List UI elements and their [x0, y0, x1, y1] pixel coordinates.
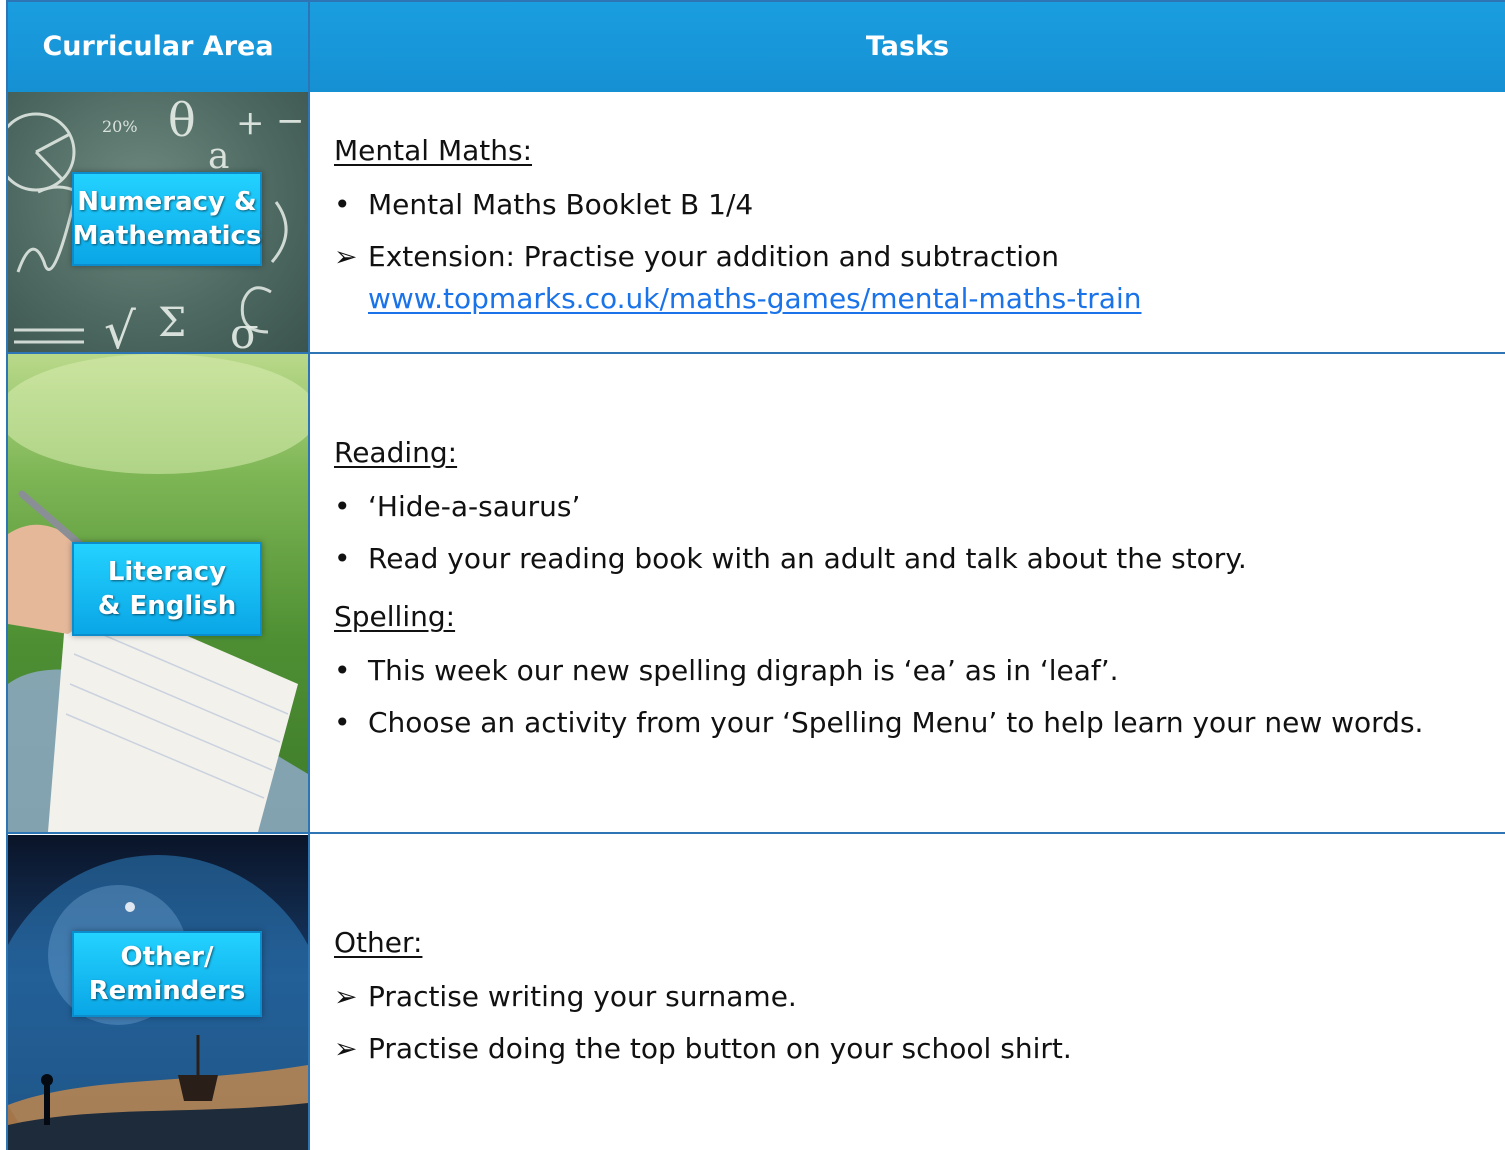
- person-silhouette: [44, 1085, 50, 1125]
- bullet-arrow-icon: ➢: [334, 1032, 358, 1065]
- heading-mental-maths: Mental Maths:: [334, 134, 533, 167]
- list-item: • ‘Hide-a-saurus’: [334, 490, 1494, 524]
- list-item: ➢ Practise writing your surname.: [334, 980, 1484, 1014]
- bullet-dot: •: [334, 490, 351, 523]
- area-label-other-line2: Reminders: [88, 976, 246, 1006]
- chalkboard-image: 20% θ a + − √ Σ σ Numeracy & Mathematics: [8, 92, 308, 352]
- list-item: ➢ Practise doing the top button on your …: [334, 1032, 1484, 1066]
- area-label-numeracy-line1: Numeracy &: [77, 187, 257, 217]
- area-label-literacy: Literacy & English: [72, 542, 262, 636]
- list-item-text: Practise writing your surname.: [368, 980, 797, 1013]
- header-tasks: Tasks: [310, 0, 1505, 92]
- list-item-text: Mental Maths Booklet B 1/4: [368, 188, 754, 221]
- area-label-numeracy-line2: Mathematics: [72, 221, 262, 251]
- table-divider-row2: [8, 832, 1505, 834]
- table-border-left: [6, 0, 8, 1150]
- area-label-other-line1: Other/: [120, 942, 214, 972]
- bullet-arrow-icon: ➢: [334, 240, 358, 273]
- header-curricular-area: Curricular Area: [8, 0, 308, 92]
- area-label-other: Other/ Reminders: [72, 931, 262, 1017]
- bullet-dot: •: [334, 654, 351, 687]
- heading-other: Other:: [334, 926, 423, 959]
- satellite-icon: [125, 902, 135, 912]
- chalk-plus: +: [236, 103, 265, 143]
- chalk-small-sigma: σ: [230, 309, 259, 352]
- chalk-percent: 20%: [102, 117, 138, 136]
- tasks-numeracy: Mental Maths: • Mental Maths Booklet B 1…: [334, 134, 1484, 316]
- list-item-text: ‘Hide-a-saurus’: [368, 490, 581, 523]
- list-item: • This week our new spelling digraph is …: [334, 654, 1494, 688]
- list-item-text: Extension: Practise your addition and su…: [368, 240, 1059, 273]
- list-item-text: Read your reading book with an adult and…: [368, 542, 1247, 575]
- list-item-text: Practise doing the top button on your sc…: [368, 1032, 1072, 1065]
- ship-icon: [178, 1075, 218, 1101]
- table-border-top: [8, 0, 1505, 2]
- writing-photo: Literacy & English: [8, 354, 308, 832]
- heading-reading: Reading:: [334, 436, 458, 469]
- list-item: • Mental Maths Booklet B 1/4: [334, 188, 1484, 222]
- header-curricular-area-text: Curricular Area: [42, 30, 274, 62]
- list-item: • Read your reading book with an adult a…: [334, 542, 1494, 576]
- bullet-dot: •: [334, 706, 351, 739]
- list-item: • Choose an activity from your ‘Spelling…: [334, 706, 1494, 740]
- list-item: ➢ Extension: Practise your addition and …: [334, 240, 1484, 316]
- table-divider-col: [308, 0, 310, 1150]
- heading-spelling: Spelling:: [334, 600, 456, 633]
- chalk-sigma: Σ: [158, 300, 186, 346]
- list-item-text: Choose an activity from your ‘Spelling M…: [368, 706, 1424, 739]
- header-tasks-text: Tasks: [865, 30, 950, 62]
- globe-image: Other/ Reminders: [8, 835, 308, 1150]
- chalk-theta: θ: [168, 93, 196, 147]
- bullet-dot: •: [334, 188, 351, 221]
- chalk-root: √: [104, 302, 136, 352]
- chalk-pie-chart: [8, 112, 76, 192]
- chalk-minus: −: [276, 101, 305, 141]
- table-divider-row1: [8, 352, 1505, 354]
- topmarks-link[interactable]: www.topmarks.co.uk/maths-games/mental-ma…: [368, 282, 1142, 315]
- area-label-literacy-line1: Literacy: [107, 557, 227, 587]
- bullet-dot: •: [334, 542, 351, 575]
- area-label-literacy-line2: & English: [97, 591, 237, 621]
- tasks-other: Other: ➢ Practise writing your surname. …: [334, 926, 1484, 1066]
- list-item-text: This week our new spelling digraph is ‘e…: [368, 654, 1119, 687]
- chalk-a: a: [208, 136, 229, 177]
- bullet-arrow-icon: ➢: [334, 980, 358, 1013]
- tasks-literacy: Reading: • ‘Hide-a-saurus’ • Read your r…: [334, 436, 1494, 740]
- area-label-numeracy: Numeracy & Mathematics: [72, 172, 262, 266]
